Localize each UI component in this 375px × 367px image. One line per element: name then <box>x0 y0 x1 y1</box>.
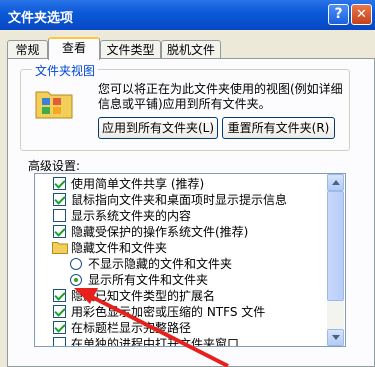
checkbox[interactable] <box>53 193 66 206</box>
checkbox[interactable] <box>53 289 66 302</box>
checkbox[interactable] <box>53 225 66 238</box>
folder-view-icon <box>35 91 73 119</box>
advanced-settings-list[interactable]: 使用简单文件共享 (推荐) 鼠标指向文件夹和桌面项时显示提示信息 显示系统文件夹… <box>34 173 346 347</box>
checkbox[interactable] <box>53 305 66 318</box>
list-item-label: 隐藏受保护的操作系统文件(推荐) <box>71 225 249 239</box>
advanced-settings-label: 高级设置: <box>28 159 81 173</box>
checkbox[interactable] <box>53 177 66 190</box>
list-item-label: 用彩色显示加密或压缩的 NTFS 文件 <box>71 305 266 319</box>
checkbox[interactable] <box>53 321 66 334</box>
checkbox[interactable] <box>53 209 66 222</box>
list-item-label: 在单独的进程中打开文件夹窗口 <box>71 337 240 347</box>
list-item-label: 在标题栏显示完整路径 <box>71 321 192 335</box>
folder-options-window: 文件夹选项 ? ✕ 常规 查看 文件类型 脱机文件 文件夹视图 您可以将正在为此… <box>0 0 375 367</box>
list-item-label: 显示所有文件和文件夹 <box>88 273 209 287</box>
list-item-label: 隐藏已知文件类型的扩展名 <box>71 289 216 303</box>
tab-file-types[interactable]: 文件类型 <box>100 40 161 58</box>
radio-button[interactable] <box>70 258 82 270</box>
reset-all-folders-button[interactable]: 重置所有文件夹(R) <box>222 117 335 139</box>
chevron-down-icon <box>332 335 340 340</box>
list-item-label: 鼠标指向文件夹和桌面项时显示提示信息 <box>71 193 288 207</box>
checkbox[interactable] <box>53 337 66 346</box>
scroll-down-button[interactable] <box>327 329 344 346</box>
list-item-label: 不显示隐藏的文件和文件夹 <box>88 257 233 271</box>
tab-offline-files[interactable]: 脱机文件 <box>161 40 221 58</box>
list-item-label: 使用简单文件共享 (推荐) <box>71 177 205 191</box>
help-button[interactable]: ? <box>328 4 349 25</box>
scroll-thumb[interactable] <box>327 191 344 301</box>
window-title: 文件夹选项 <box>8 11 74 26</box>
list-item-label: 隐藏文件和文件夹 <box>71 241 168 255</box>
tab-view[interactable]: 查看 <box>48 37 100 60</box>
close-button[interactable]: ✕ <box>351 4 372 25</box>
scroll-up-button[interactable] <box>327 174 344 191</box>
apply-to-all-folders-button[interactable]: 应用到所有文件夹(L) <box>98 117 218 139</box>
list-item-label: 显示系统文件夹的内容 <box>71 209 192 223</box>
title-bar[interactable]: 文件夹选项 ? ✕ <box>0 0 375 30</box>
folder-view-description: 您可以将正在为此文件夹使用的视图(例如详细信息或平铺)应用到所有文件夹。 <box>98 82 343 111</box>
vertical-scrollbar[interactable] <box>327 174 344 346</box>
chevron-up-icon <box>332 180 340 185</box>
folder-view-group-label: 文件夹视图 <box>32 62 99 79</box>
folder-icon <box>52 242 68 254</box>
tab-general[interactable]: 常规 <box>7 40 48 58</box>
radio-button[interactable] <box>70 274 82 286</box>
